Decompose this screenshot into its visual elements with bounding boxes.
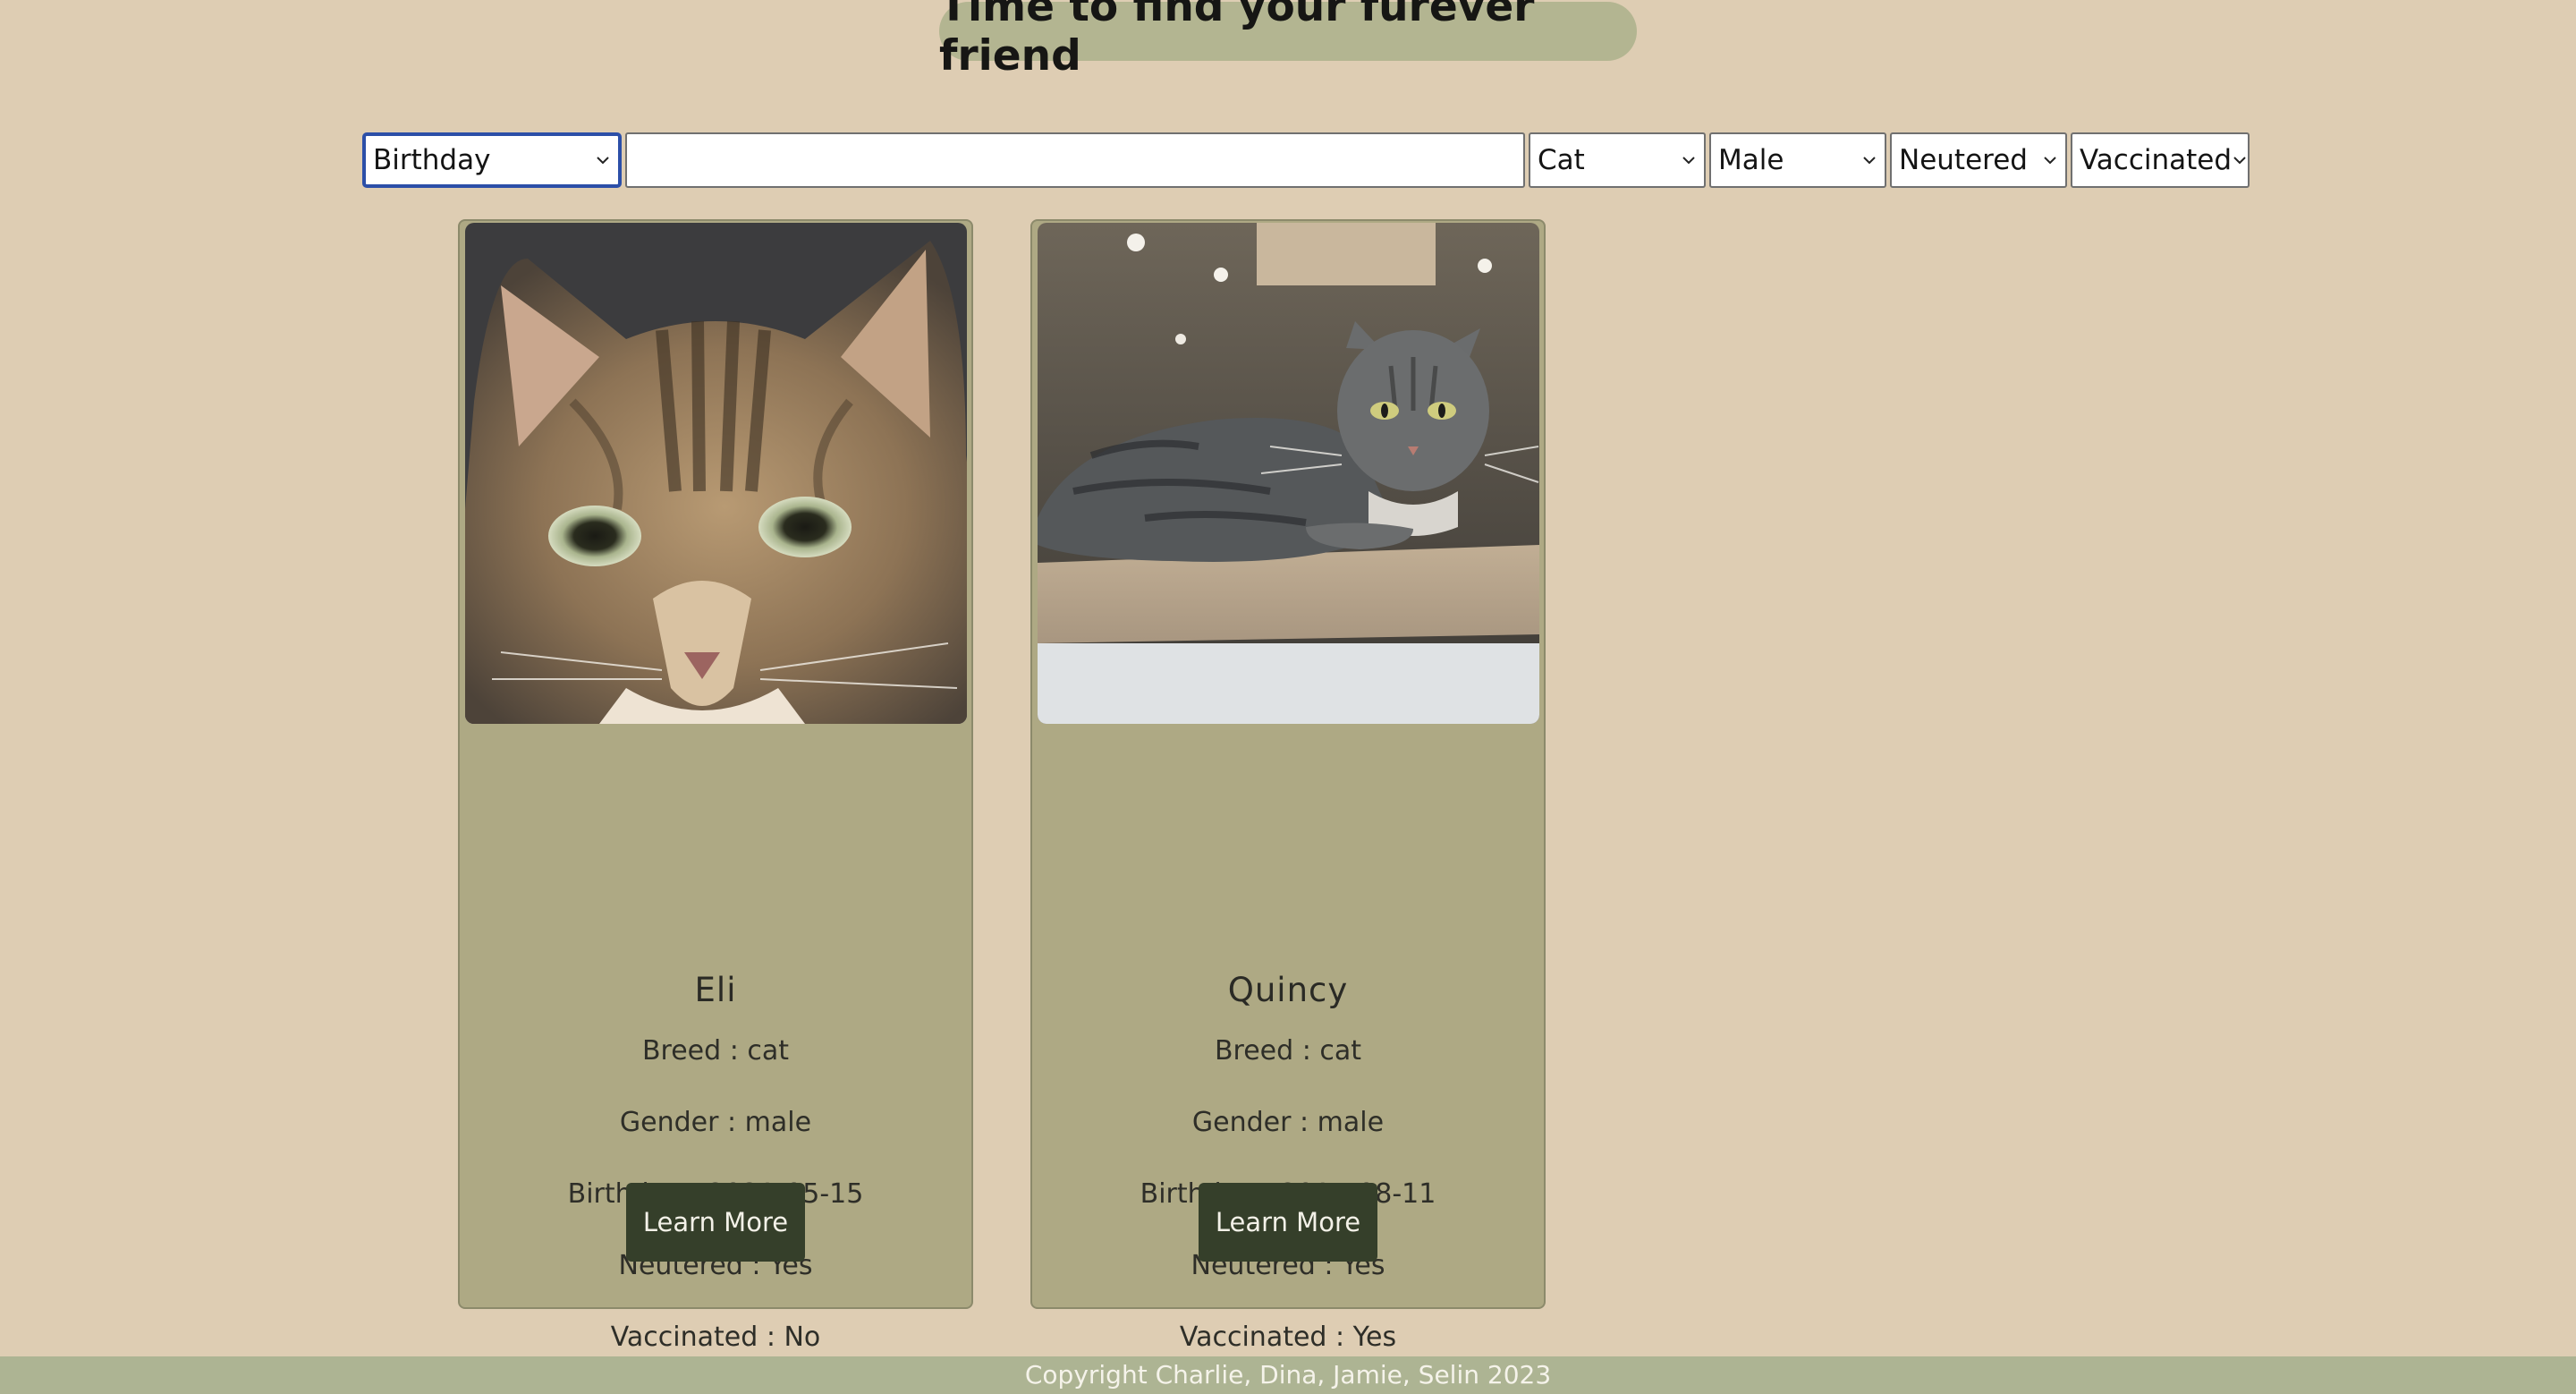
pet-vaccinated: Vaccinated : No bbox=[610, 1322, 821, 1353]
type-select-value: Cat bbox=[1538, 144, 1585, 176]
sort-select[interactable]: Birthday bbox=[362, 132, 622, 188]
type-select[interactable]: Cat bbox=[1529, 132, 1706, 188]
gender-select[interactable]: Male bbox=[1709, 132, 1886, 188]
pet-name: Eli bbox=[694, 971, 737, 1009]
pet-name: Quincy bbox=[1227, 971, 1349, 1009]
learn-more-button-quincy[interactable]: Learn More bbox=[1199, 1183, 1377, 1262]
pet-gender: Gender : male bbox=[619, 1107, 812, 1138]
page: Time to find your furever friend Birthda… bbox=[0, 0, 2576, 1394]
filter-bar: Birthday Cat Male Neutered Vaccinated bbox=[362, 132, 2250, 188]
pet-breed: Breed : cat bbox=[641, 1035, 790, 1067]
page-title: Time to find your furever friend bbox=[939, 0, 1637, 81]
chevron-down-icon bbox=[2233, 157, 2246, 165]
sort-select-value: Birthday bbox=[373, 144, 491, 176]
pet-photo-quincy bbox=[1038, 223, 1539, 724]
pet-gender: Gender : male bbox=[1191, 1107, 1385, 1138]
footer-copyright: Copyright Charlie, Dina, Jamie, Selin 20… bbox=[0, 1356, 2576, 1394]
search-input[interactable] bbox=[625, 132, 1525, 188]
chevron-down-icon bbox=[1863, 157, 1876, 165]
chevron-down-icon bbox=[1682, 157, 1695, 165]
learn-more-button-eli[interactable]: Learn More bbox=[626, 1183, 805, 1262]
neutered-select-value: Neutered bbox=[1899, 144, 2028, 176]
chevron-down-icon bbox=[2044, 157, 2056, 165]
pet-card-quincy: Quincy Breed : cat Gender : male Birthda… bbox=[1030, 219, 1546, 1353]
pet-photo-eli bbox=[465, 223, 967, 724]
chevron-down-icon bbox=[597, 157, 609, 165]
pet-card-eli: Eli Breed : cat Gender : male Birthday :… bbox=[458, 219, 973, 1353]
pet-vaccinated: Vaccinated : Yes bbox=[1179, 1322, 1397, 1353]
vaccinated-select[interactable]: Vaccinated bbox=[2071, 132, 2250, 188]
vaccinated-select-value: Vaccinated bbox=[2080, 144, 2233, 176]
neutered-select[interactable]: Neutered bbox=[1890, 132, 2067, 188]
pet-breed: Breed : cat bbox=[1214, 1035, 1362, 1067]
gender-select-value: Male bbox=[1718, 144, 1784, 176]
